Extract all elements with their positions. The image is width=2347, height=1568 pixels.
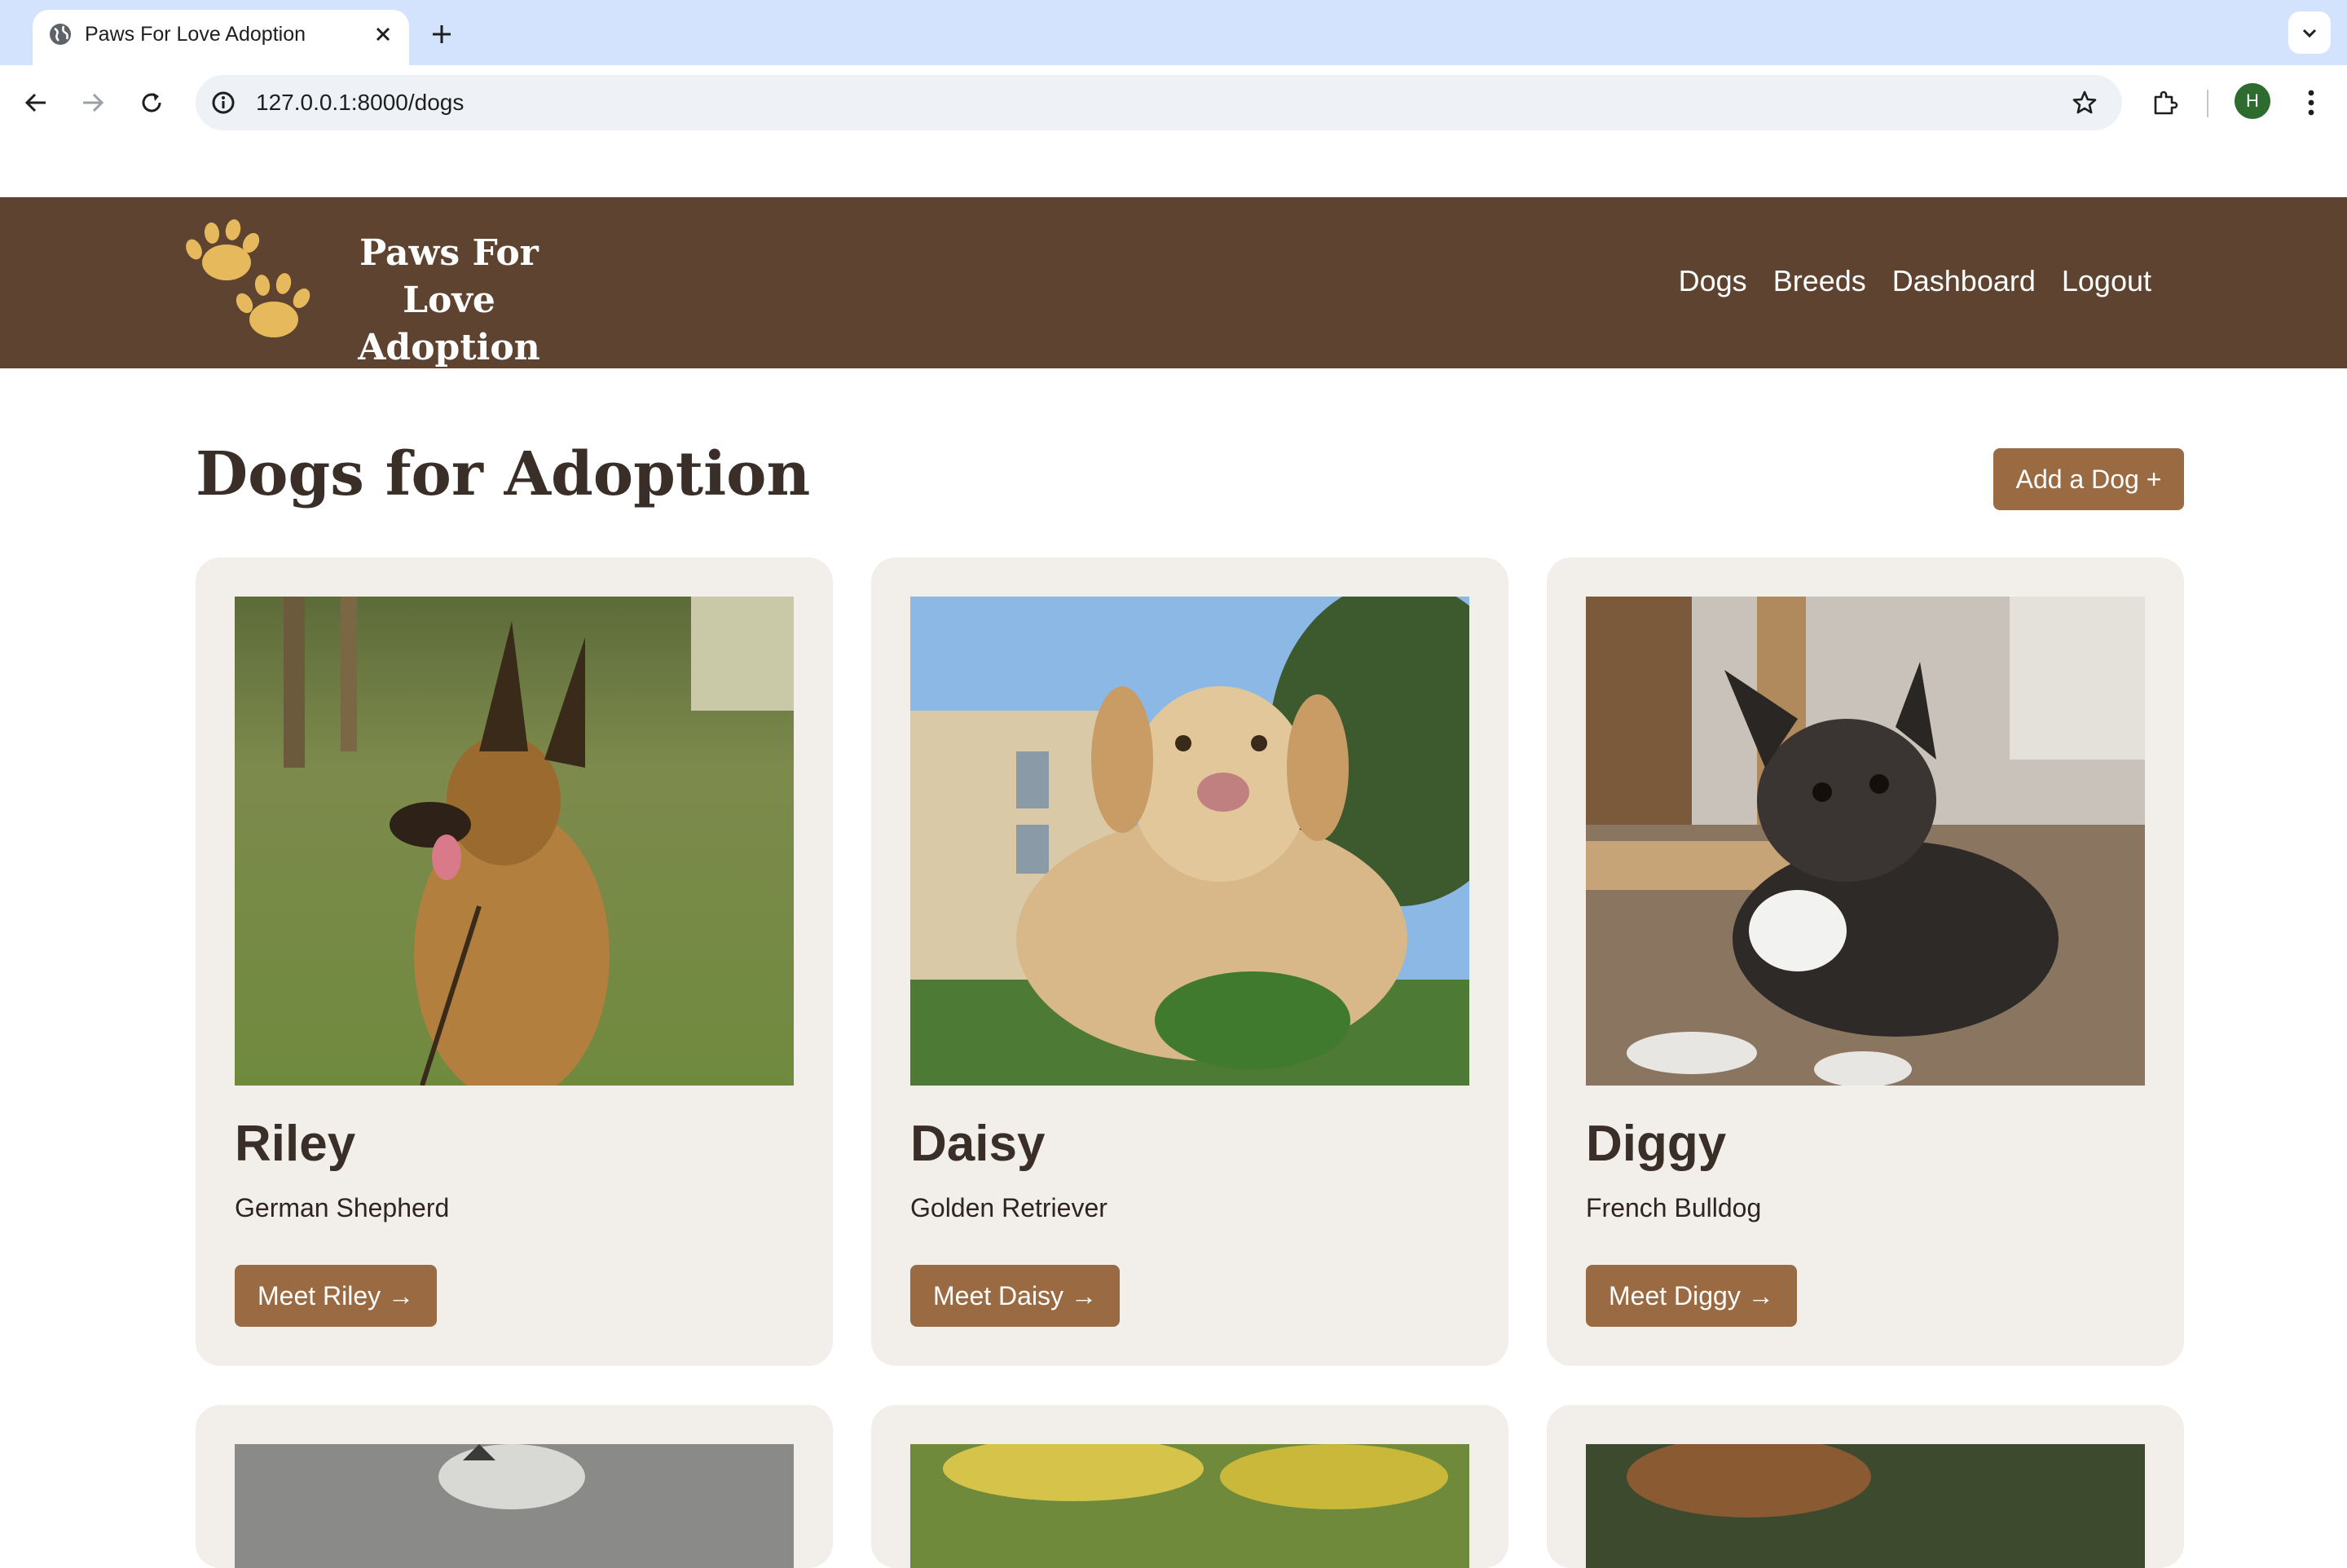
- meet-dog-button[interactable]: Meet Daisy →: [910, 1265, 1120, 1327]
- main-nav: Dogs Breeds Dashboard Logout: [1679, 261, 2151, 302]
- dog-photo[interactable]: [1586, 1444, 2145, 1568]
- dog-name: Riley: [235, 1116, 356, 1172]
- browser-toolbar: 127.0.0.1:8000/dogs: [0, 65, 2347, 140]
- toolbar-divider: [2207, 90, 2208, 117]
- meet-dog-button[interactable]: Meet Diggy →: [1586, 1265, 1797, 1327]
- dog-photo[interactable]: [1586, 597, 2145, 1086]
- dog-photo[interactable]: [235, 1444, 794, 1568]
- dog-breed: Golden Retriever: [910, 1193, 1107, 1222]
- nav-logout[interactable]: Logout: [2062, 261, 2151, 302]
- back-icon[interactable]: [16, 83, 55, 122]
- add-dog-button[interactable]: Add a Dog +: [1993, 448, 2184, 510]
- dog-breed: French Bulldog: [1586, 1193, 1762, 1222]
- globe-icon: [47, 21, 73, 47]
- extensions-icon[interactable]: [2145, 83, 2184, 122]
- dog-photo[interactable]: [910, 1444, 1469, 1568]
- dog-name: Daisy: [910, 1116, 1046, 1172]
- dog-card: Daisy Golden Retriever Meet Daisy →: [871, 557, 1508, 1366]
- dog-card: Riley German Shepherd Meet Riley →: [196, 557, 833, 1366]
- dog-card: [196, 1405, 833, 1568]
- tab-search-icon[interactable]: [2288, 11, 2331, 54]
- url-text[interactable]: 127.0.0.1:8000/dogs: [256, 89, 464, 117]
- dog-card: [1547, 1405, 2184, 1568]
- forward-icon[interactable]: [73, 83, 112, 122]
- site-logo-text[interactable]: Paws For Love Adoption: [323, 230, 575, 372]
- new-tab-icon[interactable]: [425, 18, 458, 51]
- nav-dogs[interactable]: Dogs: [1679, 261, 1747, 302]
- browser-tabstrip: Paws For Love Adoption: [0, 0, 2347, 65]
- paw-print-logo-icon[interactable]: [179, 218, 323, 349]
- nav-dashboard[interactable]: Dashboard: [1892, 261, 2036, 302]
- meet-dog-button[interactable]: Meet Riley →: [235, 1265, 438, 1327]
- reload-icon[interactable]: [132, 83, 171, 122]
- dog-card: [871, 1405, 1508, 1568]
- dog-card: Diggy French Bulldog Meet Diggy →: [1547, 557, 2184, 1366]
- dog-photo[interactable]: [910, 597, 1469, 1086]
- dog-breed: German Shepherd: [235, 1193, 450, 1222]
- more-menu-icon[interactable]: [2292, 83, 2331, 122]
- dog-photo[interactable]: [235, 597, 794, 1086]
- bookmark-star-icon[interactable]: [2068, 86, 2101, 119]
- profile-avatar[interactable]: H: [2235, 83, 2270, 119]
- tab-title: Paws For Love Adoption: [85, 23, 306, 46]
- page-title: Dogs for Adoption: [196, 439, 811, 509]
- dog-name: Diggy: [1586, 1116, 1727, 1172]
- site-info-icon[interactable]: [207, 86, 240, 119]
- address-bar[interactable]: 127.0.0.1:8000/dogs: [196, 75, 2122, 130]
- close-icon[interactable]: [370, 21, 396, 47]
- site-header: Paws For Love Adoption Dogs Breeds Dashb…: [0, 197, 2347, 368]
- browser-tab[interactable]: Paws For Love Adoption: [33, 10, 409, 65]
- nav-breeds[interactable]: Breeds: [1773, 261, 1866, 302]
